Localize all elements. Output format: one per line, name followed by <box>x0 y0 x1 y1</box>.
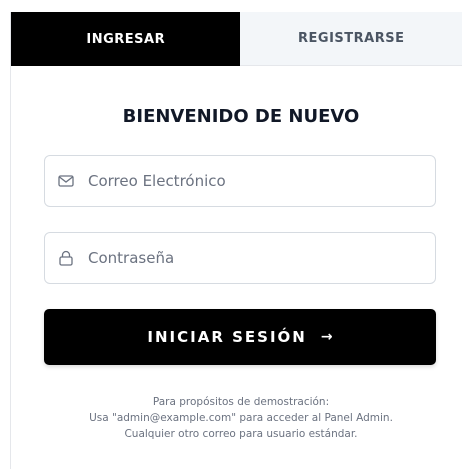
login-button[interactable]: INICIAR SESIÓN → <box>44 309 436 365</box>
email-field[interactable] <box>44 155 436 207</box>
password-input[interactable] <box>88 243 418 273</box>
mail-icon <box>58 175 74 187</box>
page-title: BIENVENIDO DE NUEVO <box>122 106 360 127</box>
lock-icon <box>59 250 73 266</box>
demo-note: Para propósitos de demostración: Usa "ad… <box>11 394 462 442</box>
login-button-label: INICIAR SESIÓN <box>147 328 307 346</box>
tab-login[interactable]: INGRESAR <box>11 12 241 66</box>
auth-tabs: INGRESAR REGISTRARSE <box>11 12 462 66</box>
demo-note-line-2: Usa "admin@example.com" para acceder al … <box>89 412 393 424</box>
demo-note-line-3: Cualquier otro correo para usuario están… <box>124 428 358 440</box>
auth-card: INGRESAR REGISTRARSE BIENVENIDO DE NUEVO… <box>10 12 462 469</box>
demo-note-line-1: Para propósitos de demostración: <box>152 396 330 408</box>
email-input[interactable] <box>88 166 418 196</box>
password-field[interactable] <box>44 232 436 284</box>
tab-register[interactable]: REGISTRARSE <box>240 12 462 66</box>
arrow-right-icon: → <box>320 329 333 345</box>
